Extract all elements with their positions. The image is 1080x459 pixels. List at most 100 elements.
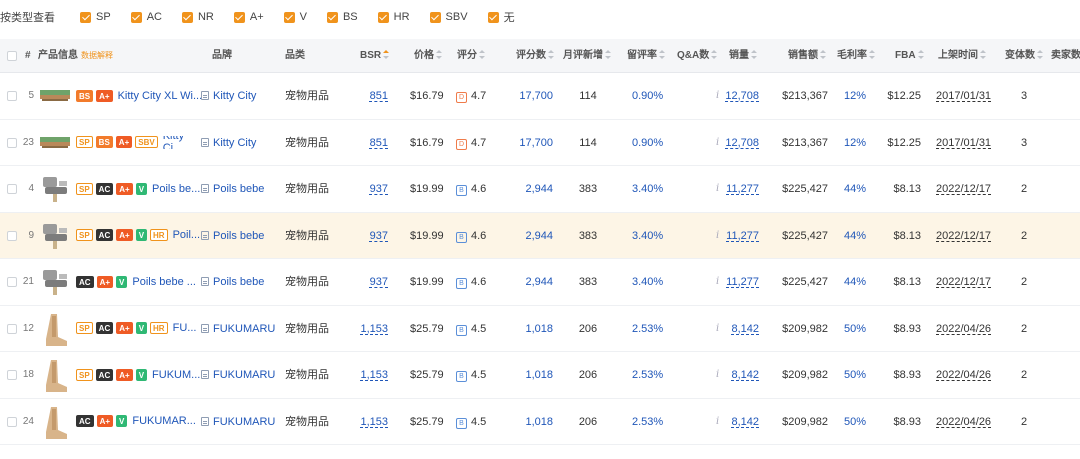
sort-icon xyxy=(917,50,924,59)
col-qa[interactable]: Q&A数 xyxy=(677,39,718,73)
product-title-link[interactable]: Poils be... xyxy=(152,183,200,195)
review-rate: 2.53% xyxy=(632,369,664,381)
col-monthly-new-reviews[interactable]: 月评新增 xyxy=(563,39,611,73)
filter-option[interactable]: V xyxy=(283,11,307,23)
sales-value[interactable]: 12,708 xyxy=(712,73,759,119)
brand-link[interactable]: Kitty City xyxy=(201,120,256,166)
sales-value[interactable]: 8,142 xyxy=(712,399,759,445)
checkbox-checked-icon[interactable] xyxy=(233,11,245,23)
bsr-value[interactable]: 1,153 xyxy=(340,399,388,445)
review-count[interactable]: 17,700 xyxy=(505,73,553,119)
checkbox-checked-icon[interactable] xyxy=(487,11,499,23)
checkbox-checked-icon[interactable] xyxy=(429,11,441,23)
brand-link[interactable]: FUKUMARU xyxy=(201,399,275,445)
product-thumbnail[interactable] xyxy=(39,173,71,205)
bsr-value[interactable]: 1,153 xyxy=(340,352,388,398)
review-count[interactable]: 17,700 xyxy=(505,120,553,166)
product-title-link[interactable]: Poils bebe ... xyxy=(132,276,196,288)
filter-option[interactable]: HR xyxy=(377,11,410,23)
review-count[interactable]: 2,944 xyxy=(505,166,553,212)
category: 宠物用品 xyxy=(285,276,329,288)
bsr-value[interactable]: 937 xyxy=(340,259,388,305)
sales-value[interactable]: 11,277 xyxy=(712,166,759,212)
monthly-new-reviews: 383 xyxy=(578,229,598,242)
checkbox-checked-icon[interactable] xyxy=(326,11,338,23)
brand-link[interactable]: FUKUMARU xyxy=(201,306,275,352)
sales-value[interactable]: 12,708 xyxy=(712,120,759,166)
review-count[interactable]: 2,944 xyxy=(505,259,553,305)
table-row[interactable]: 23 SP BS A+ SBV Kitty Ci... Kitty City 宠物用品 851 $… xyxy=(0,119,1080,166)
table-row[interactable]: 4 SP AC A+ V Poils be... Poils bebe 宠物用品 937 $19.… xyxy=(0,166,1080,213)
product-title-link[interactable]: FUKUMAR... xyxy=(132,415,196,427)
checkbox-checked-icon[interactable] xyxy=(283,11,295,23)
sales-value[interactable]: 8,142 xyxy=(712,306,759,352)
data-explain-link[interactable]: 数据解释 xyxy=(81,51,113,60)
col-margin[interactable]: 毛利率 xyxy=(837,39,875,73)
col-variants[interactable]: 变体数 xyxy=(1005,39,1043,73)
product-thumbnail[interactable] xyxy=(39,266,71,298)
product-title-link[interactable]: FUKUM... xyxy=(152,369,200,381)
badge-v: V xyxy=(135,182,148,195)
brand-link[interactable]: FUKUMARU xyxy=(201,352,275,398)
sort-icon xyxy=(548,50,554,59)
filter-option[interactable]: SBV xyxy=(429,11,468,23)
product-title-link[interactable]: Kitty City XL Wi... xyxy=(118,90,203,102)
bsr-value[interactable]: 851 xyxy=(340,73,388,119)
product-title-link[interactable]: Kitty Ci... xyxy=(163,136,206,149)
review-count[interactable]: 1,018 xyxy=(505,352,553,398)
badge-hr: HR xyxy=(150,322,168,334)
filter-option[interactable]: A+ xyxy=(233,11,264,23)
filter-option[interactable]: BS xyxy=(326,11,358,23)
product-title-link[interactable]: Poil... xyxy=(173,229,201,241)
table-row[interactable]: 9 SP AC A+ V HR Poil... Poils bebe 宠物用品 937 $19.99… xyxy=(0,212,1080,259)
col-sales[interactable]: 销量 xyxy=(729,39,757,73)
product-title-link[interactable]: FU... xyxy=(173,322,197,334)
product-thumbnail[interactable] xyxy=(39,80,71,112)
select-all-checkbox[interactable] xyxy=(7,51,17,61)
brand-link[interactable]: Poils bebe xyxy=(201,166,264,212)
col-bsr[interactable]: BSR xyxy=(360,39,390,73)
bsr-value[interactable]: 1,153 xyxy=(340,306,388,352)
table-row[interactable]: 12 SP AC A+ V HR FU... FUKUMARU 宠物用品 1,153 $25.79 B… xyxy=(0,305,1080,352)
bsr-value[interactable]: 851 xyxy=(340,120,388,166)
checkbox-checked-icon[interactable] xyxy=(377,11,389,23)
bsr-value[interactable]: 937 xyxy=(340,166,388,212)
product-thumbnail[interactable] xyxy=(39,359,71,392)
col-reviews[interactable]: 评分数 xyxy=(516,39,554,73)
rating-grade-icon: B xyxy=(456,417,467,429)
table-row[interactable]: 21 AC A+ V Poils bebe ... Poils bebe 宠物用品 937 $1… xyxy=(0,259,1080,306)
brand-link[interactable]: Poils bebe xyxy=(201,259,264,305)
review-count[interactable]: 1,018 xyxy=(505,306,553,352)
checkbox-checked-icon[interactable] xyxy=(181,11,193,23)
filter-option[interactable]: SP xyxy=(80,11,111,23)
product-thumbnail[interactable] xyxy=(39,406,71,439)
col-review-rate[interactable]: 留评率 xyxy=(627,39,665,73)
col-rating[interactable]: 评分 xyxy=(457,39,485,73)
checkbox-checked-icon[interactable] xyxy=(130,11,142,23)
checkbox-checked-icon[interactable] xyxy=(80,11,91,23)
category: 宠物用品 xyxy=(285,369,329,381)
filter-option[interactable]: AC xyxy=(130,11,162,23)
table-row[interactable]: 5 BS A+ Kitty City XL Wi... Kitty City 宠物用品 85… xyxy=(0,73,1080,120)
col-price[interactable]: 价格 xyxy=(414,39,442,73)
table-row[interactable]: 18 SP AC A+ V FUKUM... FUKUMARU 宠物用品 1,153 $25.79… xyxy=(0,352,1080,399)
col-listing-date[interactable]: 上架时间 xyxy=(938,39,986,73)
review-count[interactable]: 2,944 xyxy=(505,213,553,259)
col-fba[interactable]: FBA xyxy=(895,39,924,73)
product-thumbnail[interactable] xyxy=(39,313,71,346)
sales-value[interactable]: 8,142 xyxy=(712,352,759,398)
filter-option[interactable]: NR xyxy=(181,11,214,23)
brand-link[interactable]: Poils bebe xyxy=(201,213,264,259)
sales-value[interactable]: 11,277 xyxy=(712,259,759,305)
table-row[interactable]: 24 AC A+ V FUKUMAR... FUKUMARU 宠物用品 1,153 $25.79… xyxy=(0,398,1080,445)
col-revenue[interactable]: 销售额 xyxy=(788,39,826,73)
sales-value[interactable]: 11,277 xyxy=(712,213,759,259)
brand-link[interactable]: Kitty City xyxy=(201,73,256,119)
listing-date: 2022/04/26 xyxy=(936,322,992,335)
bsr-value[interactable]: 937 xyxy=(340,213,388,259)
filter-option[interactable]: 无 xyxy=(487,9,515,25)
product-thumbnail[interactable] xyxy=(39,220,71,252)
review-count[interactable]: 1,018 xyxy=(505,399,553,445)
badge-hr: HR xyxy=(150,229,168,241)
product-thumbnail[interactable] xyxy=(39,127,71,159)
